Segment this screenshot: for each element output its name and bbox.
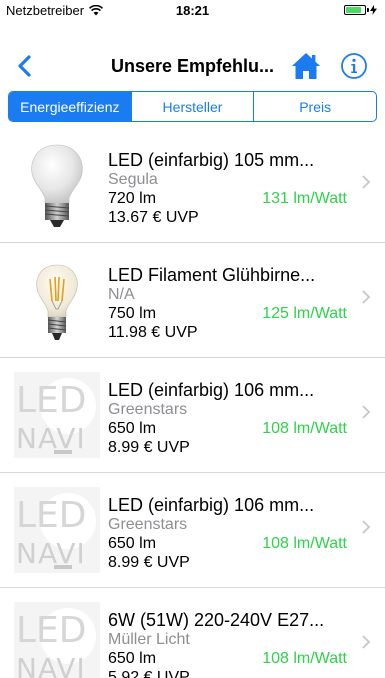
product-price: 5.92 € UVP bbox=[108, 669, 190, 678]
product-efficiency: 108 lm/Watt bbox=[262, 650, 347, 667]
product-efficiency: 108 lm/Watt bbox=[262, 535, 347, 552]
product-row[interactable]: LED (einfarbig) 105 mm... Segula 720 lm … bbox=[0, 128, 385, 243]
led-navi-placeholder-image: LED NAVI bbox=[14, 602, 100, 678]
info-icon[interactable] bbox=[340, 52, 368, 80]
product-price: 8.99 € UVP bbox=[108, 554, 190, 571]
product-row[interactable]: LED NAVI LED (einfarbig) 106 mm... Green… bbox=[0, 358, 385, 473]
battery-indicator bbox=[344, 5, 377, 15]
product-manufacturer: Müller Licht bbox=[108, 631, 190, 648]
sort-segmented-control: Energieeffizienz Hersteller Preis bbox=[8, 91, 377, 122]
product-efficiency: 131 lm/Watt bbox=[262, 190, 347, 207]
product-manufacturer: N/A bbox=[108, 286, 135, 303]
svg-text:NAVI: NAVI bbox=[16, 422, 86, 455]
disclosure-chevron-icon bbox=[362, 635, 371, 649]
svg-text:LED: LED bbox=[16, 610, 87, 651]
product-title: 6W (51W) 220-240V E27... bbox=[108, 610, 325, 630]
tab-energieeffizienz[interactable]: Energieeffizienz bbox=[9, 92, 131, 121]
product-lumen: 650 lm bbox=[108, 535, 157, 552]
product-list: LED (einfarbig) 105 mm... Segula 720 lm … bbox=[0, 128, 385, 678]
product-row[interactable]: LED NAVI 6W (51W) 220-240V E27... Müller… bbox=[0, 588, 385, 678]
product-manufacturer: Greenstars bbox=[108, 401, 188, 418]
product-price: 13.67 € UVP bbox=[108, 209, 199, 226]
tab-preis[interactable]: Preis bbox=[253, 92, 376, 121]
product-manufacturer: Segula bbox=[108, 171, 158, 188]
product-lumen: 720 lm bbox=[108, 190, 157, 207]
tab-hersteller[interactable]: Hersteller bbox=[130, 92, 254, 121]
product-title: LED Filament Glühbirne... bbox=[108, 265, 316, 285]
product-lumen: 650 lm bbox=[108, 650, 157, 667]
filament-bulb-image bbox=[36, 264, 78, 340]
battery-icon bbox=[344, 5, 366, 15]
navigation-bar: Unsere Empfehlu... bbox=[0, 44, 385, 88]
status-bar: Netzbetreiber 18:21 bbox=[0, 0, 385, 22]
led-navi-placeholder-image: LED NAVI bbox=[14, 487, 100, 573]
product-row[interactable]: LED Filament Glühbirne... N/A 750 lm 125… bbox=[0, 243, 385, 358]
product-title: LED (einfarbig) 106 mm... bbox=[108, 495, 315, 515]
disclosure-chevron-icon bbox=[362, 175, 371, 189]
product-lumen: 650 lm bbox=[108, 420, 157, 437]
charging-bolt-icon bbox=[370, 5, 377, 15]
product-price: 8.99 € UVP bbox=[108, 439, 190, 456]
disclosure-chevron-icon bbox=[362, 405, 371, 419]
battery-fill bbox=[346, 7, 361, 13]
svg-text:LED: LED bbox=[16, 495, 87, 536]
disclosure-chevron-icon bbox=[362, 290, 371, 304]
product-title: LED (einfarbig) 106 mm... bbox=[108, 380, 315, 400]
svg-text:NAVI: NAVI bbox=[16, 537, 86, 570]
svg-text:LED: LED bbox=[16, 380, 87, 421]
svg-text:NAVI: NAVI bbox=[16, 652, 86, 678]
back-chevron-icon[interactable] bbox=[12, 52, 40, 80]
led-navi-placeholder-image: LED NAVI bbox=[14, 372, 100, 458]
product-lumen: 750 lm bbox=[108, 305, 157, 322]
page-title: Unsere Empfehlu... bbox=[110, 56, 275, 76]
frosted-bulb-image bbox=[31, 144, 83, 227]
disclosure-chevron-icon bbox=[362, 520, 371, 534]
home-icon[interactable] bbox=[290, 50, 322, 82]
product-efficiency: 125 lm/Watt bbox=[262, 305, 347, 322]
app-screen: Netzbetreiber 18:21 Unsere Empfehlu... E… bbox=[0, 0, 385, 678]
product-price: 11.98 € UVP bbox=[108, 324, 198, 341]
status-time: 18:21 bbox=[175, 3, 210, 18]
product-efficiency: 108 lm/Watt bbox=[262, 420, 347, 437]
product-row[interactable]: LED NAVI LED (einfarbig) 106 mm... Green… bbox=[0, 473, 385, 588]
product-title: LED (einfarbig) 105 mm... bbox=[108, 150, 315, 170]
product-manufacturer: Greenstars bbox=[108, 516, 188, 533]
